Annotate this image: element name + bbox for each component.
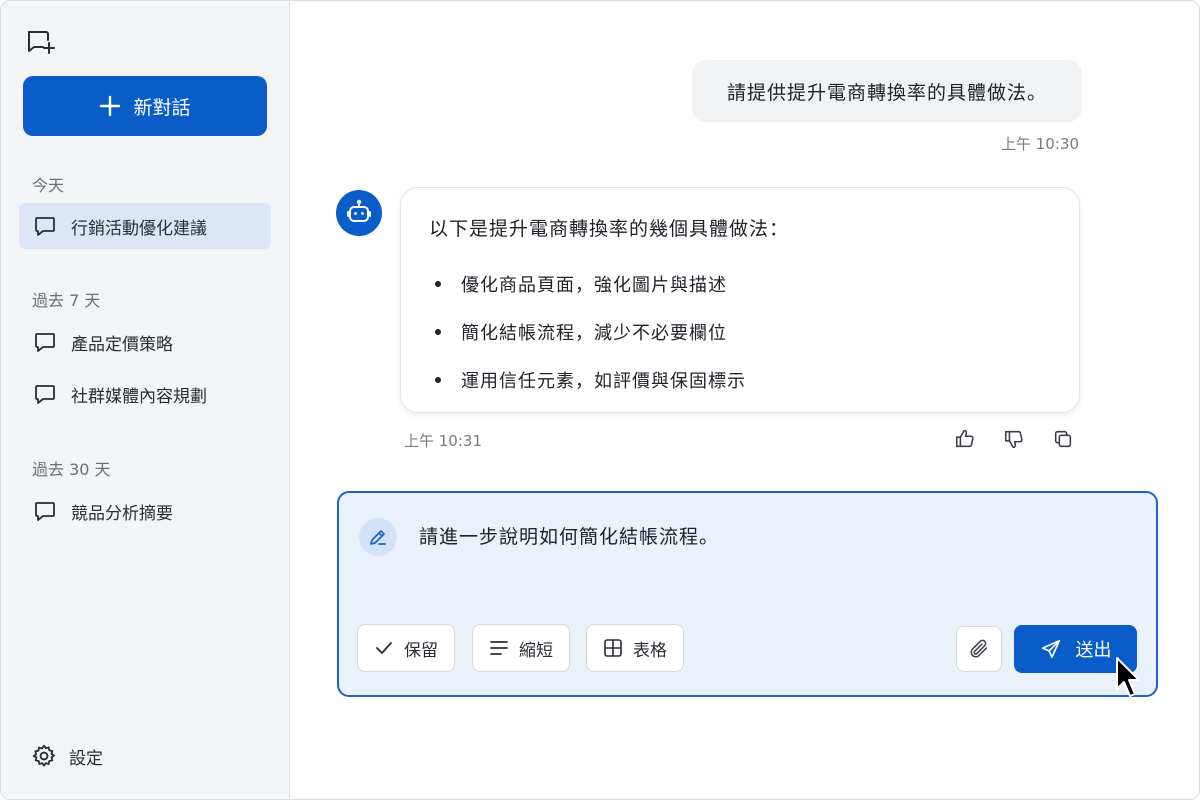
- list-item-text: 簡化結帳流程，減少不必要欄位: [461, 323, 727, 344]
- bot-points-list: 優化商品頁面，強化圖片與描述 簡化結帳流程，減少不必要欄位 運用信任元素，如評價…: [431, 260, 746, 404]
- attach-button[interactable]: [956, 626, 1002, 672]
- sidebar-item-pricing[interactable]: 產品定價策略: [19, 319, 271, 365]
- shorten-label: 縮短: [519, 640, 553, 661]
- section-label-7-days: 過去 7 天: [32, 291, 101, 310]
- keep-label: 保留: [404, 640, 438, 661]
- app-window: 新對話 今天 行銷活動優化建議 過去 7 天 產品定價策略 社群媒體內容規劃 過…: [0, 0, 1200, 800]
- sidebar-item-label: 產品定價策略: [71, 334, 173, 355]
- chat-bubble-icon: [35, 385, 55, 404]
- sidebar-item-label: 行銷活動優化建議: [71, 218, 207, 239]
- list-item-text: 優化商品頁面，強化圖片與描述: [461, 275, 727, 296]
- pencil-icon: [359, 518, 397, 556]
- new-message-icon[interactable]: [26, 28, 56, 56]
- sidebar: 新對話 今天 行銷活動優化建議 過去 7 天 產品定價策略 社群媒體內容規劃 過…: [1, 1, 290, 799]
- list-item: 運用信任元素，如評價與保固標示: [431, 356, 746, 404]
- sidebar-item-label: 競品分析摘要: [71, 503, 173, 524]
- mouse-cursor-icon: [1116, 657, 1140, 697]
- user-message-time: 上午 10:30: [1001, 135, 1079, 153]
- shorten-button[interactable]: 縮短: [472, 624, 570, 672]
- table-icon: [604, 639, 622, 657]
- bot-intro: 以下是提升電商轉換率的幾個具體做法：: [429, 218, 790, 240]
- robot-icon: [347, 199, 371, 222]
- sidebar-item-social[interactable]: 社群媒體內容規劃: [19, 371, 271, 417]
- plus-icon: [100, 95, 121, 117]
- table-label: 表格: [633, 640, 667, 661]
- bullet: [435, 377, 441, 383]
- sidebar-item-marketing[interactable]: 行銷活動優化建議: [19, 203, 271, 249]
- check-icon: [376, 642, 392, 654]
- bot-message-time: 上午 10:31: [404, 432, 482, 450]
- paperclip-icon: [970, 639, 988, 658]
- settings-label: 設定: [69, 748, 103, 769]
- bullet: [435, 329, 441, 335]
- new-chat-button[interactable]: 新對話: [23, 76, 267, 136]
- list-item-text: 運用信任元素，如評價與保固標示: [461, 371, 746, 392]
- table-button[interactable]: 表格: [586, 624, 684, 672]
- send-label: 送出: [1075, 640, 1112, 661]
- chat-bubble-icon: [35, 333, 55, 352]
- sidebar-item-label: 社群媒體內容規劃: [71, 386, 207, 407]
- send-icon: [1041, 639, 1060, 659]
- thumbs-down-icon[interactable]: [1003, 428, 1027, 452]
- list-item: 簡化結帳流程，減少不必要欄位: [431, 308, 746, 356]
- lines-icon: [490, 641, 508, 655]
- keep-button[interactable]: 保留: [357, 624, 455, 672]
- copy-icon[interactable]: [1052, 428, 1076, 452]
- thumbs-up-icon[interactable]: [954, 428, 978, 452]
- chat-bubble-icon: [35, 502, 55, 521]
- gear-icon: [32, 744, 55, 767]
- list-item: 優化商品頁面，強化圖片與描述: [431, 260, 746, 308]
- message-composer: 保留 縮短 表格 送出: [337, 491, 1158, 697]
- chat-bubble-icon: [35, 217, 55, 236]
- settings-button[interactable]: 設定: [31, 743, 103, 769]
- user-message: 請提供提升電商轉換率的具體做法。: [692, 60, 1082, 122]
- message-input[interactable]: [419, 524, 1019, 546]
- section-label-today: 今天: [32, 176, 65, 195]
- bullet: [435, 281, 441, 287]
- bot-avatar: [336, 190, 382, 236]
- sidebar-item-competitor[interactable]: 競品分析摘要: [19, 488, 271, 534]
- bot-message: 以下是提升電商轉換率的幾個具體做法： 優化商品頁面，強化圖片與描述 簡化結帳流程…: [400, 187, 1080, 413]
- new-chat-label: 新對話: [133, 96, 191, 119]
- section-label-30-days: 過去 30 天: [32, 460, 111, 479]
